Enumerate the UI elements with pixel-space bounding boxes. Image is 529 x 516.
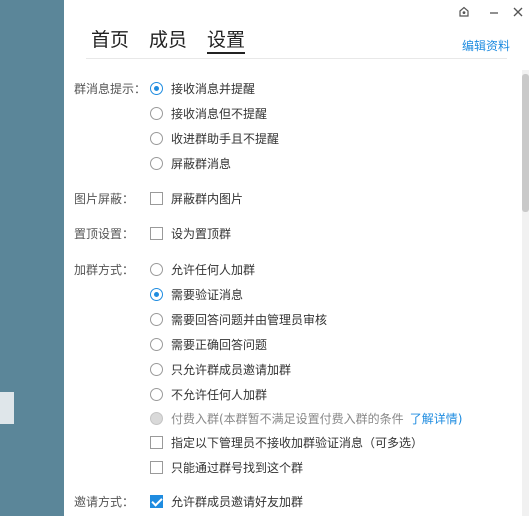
sidebar-background: [0, 0, 64, 516]
radio-button[interactable]: [150, 262, 163, 276]
tab-members[interactable]: 成员: [149, 28, 187, 54]
join-option-paid: 付费入群(本群暂不满足设置付费入群的条件 了解详情): [150, 410, 462, 426]
checkbox[interactable]: [150, 191, 163, 205]
join-method-label: 加群方式：: [74, 263, 135, 277]
option-label: 屏蔽群消息: [171, 156, 232, 171]
image-block-option[interactable]: 屏蔽群内图片: [150, 190, 243, 206]
option-label: 只能通过群号找到这个群: [171, 460, 304, 475]
radio-button[interactable]: [150, 337, 163, 351]
option-label: 需要正确回答问题: [171, 337, 268, 352]
tab-settings[interactable]: 设置: [207, 28, 246, 54]
radio-button[interactable]: [150, 156, 163, 170]
option-label: 指定以下管理员不接收加群验证消息（可多选）: [171, 435, 424, 450]
join-option-answer-review[interactable]: 需要回答问题并由管理员审核: [150, 311, 327, 327]
pin-top-option[interactable]: 设为置顶群: [150, 225, 231, 241]
message-option-receive-silent[interactable]: 接收消息但不提醒: [150, 105, 267, 121]
option-label: 需要回答问题并由管理员审核: [171, 312, 328, 327]
radio-button[interactable]: [150, 81, 163, 95]
radio-button[interactable]: [150, 131, 163, 145]
option-label: 收进群助手且不提醒: [171, 131, 280, 146]
tab-bar: 首页 成员 设置: [91, 28, 265, 54]
radio-button[interactable]: [150, 287, 163, 301]
message-setting-label: 群消息提示：: [74, 82, 147, 96]
join-option-correct-answer[interactable]: 需要正确回答问题: [150, 336, 267, 352]
option-label: 接收消息并提醒: [171, 81, 256, 96]
join-option-verify-message[interactable]: 需要验证消息: [150, 286, 243, 302]
scrollbar-thumb[interactable]: [522, 74, 529, 212]
learn-more-link[interactable]: 了解详情): [410, 410, 463, 427]
invite-method-label: 邀请方式：: [74, 495, 135, 509]
radio-button[interactable]: [150, 106, 163, 120]
radio-button-disabled: [150, 411, 163, 425]
option-label: 设为置顶群: [171, 226, 232, 241]
message-option-block[interactable]: 屏蔽群消息: [150, 155, 231, 171]
checkbox[interactable]: [150, 460, 163, 474]
message-option-assistant[interactable]: 收进群助手且不提醒: [150, 130, 279, 146]
pin-setting-label: 置顶设置：: [74, 227, 135, 241]
option-label: 屏蔽群内图片: [171, 191, 244, 206]
tab-home[interactable]: 首页: [91, 28, 129, 54]
skin-icon[interactable]: [457, 6, 471, 20]
checkbox[interactable]: [150, 226, 163, 240]
option-label: 需要验证消息: [171, 287, 244, 302]
join-option-nobody[interactable]: 不允许任何人加群: [150, 386, 267, 402]
radio-button[interactable]: [150, 387, 163, 401]
close-icon[interactable]: [511, 6, 525, 20]
join-option-anyone[interactable]: 允许任何人加群: [150, 261, 255, 277]
join-check-admin-skip[interactable]: 指定以下管理员不接收加群验证消息（可多选）: [150, 434, 423, 450]
join-option-member-invite[interactable]: 只允许群成员邀请加群: [150, 361, 291, 377]
group-settings-panel: 首页 成员 设置 编辑资料 群消息提示： 接收消息并提醒 接收消息但不提醒 收进…: [64, 0, 529, 516]
option-label: 接收消息但不提醒: [171, 106, 268, 121]
option-label: 允许任何人加群: [171, 262, 256, 277]
header-divider: [86, 58, 507, 59]
option-label: 不允许任何人加群: [171, 387, 268, 402]
option-label: 付费入群(本群暂不满足设置付费入群的条件: [171, 411, 404, 426]
join-check-search-only[interactable]: 只能通过群号找到这个群: [150, 459, 303, 475]
radio-button[interactable]: [150, 312, 163, 326]
sidebar-collapse-handle[interactable]: [0, 392, 14, 424]
image-block-label: 图片屏蔽：: [74, 192, 135, 206]
invite-option[interactable]: 允许群成员邀请好友加群: [150, 493, 303, 509]
edit-profile-link[interactable]: 编辑资料: [462, 37, 510, 54]
checkbox-checked[interactable]: [150, 494, 163, 508]
radio-button[interactable]: [150, 362, 163, 376]
message-option-receive-notify[interactable]: 接收消息并提醒: [150, 80, 255, 96]
option-label: 允许群成员邀请好友加群: [171, 494, 304, 509]
option-label: 只允许群成员邀请加群: [171, 362, 292, 377]
checkbox[interactable]: [150, 435, 163, 449]
minimize-icon[interactable]: [487, 6, 501, 20]
